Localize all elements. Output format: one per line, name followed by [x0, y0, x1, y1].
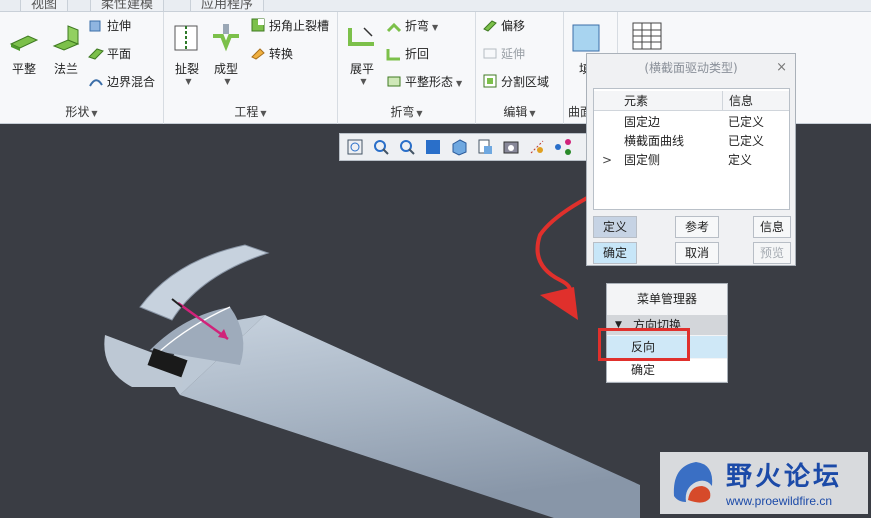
group-shape: 平整 法兰 拉伸 平面 边界混合 形状 ▼ [0, 12, 164, 124]
ok-button[interactable]: 确定 [593, 242, 637, 264]
extend-button[interactable]: 延伸 [482, 44, 525, 64]
extend-icon [482, 45, 498, 61]
reference-button[interactable]: 参考 [675, 216, 719, 238]
flange-button[interactable]: 法兰 [48, 22, 84, 77]
cancel-button[interactable]: 取消 [675, 242, 719, 264]
flange-label: 法兰 [53, 62, 78, 76]
flat-pattern-icon [386, 73, 402, 89]
tab-applications[interactable]: 应用程序 [190, 0, 265, 12]
view-toolbar [339, 133, 589, 161]
saved-views-icon[interactable] [476, 138, 494, 156]
tab-flexible-modeling[interactable]: 柔性建模 [90, 0, 165, 12]
fill-icon [570, 22, 602, 54]
split-area-button[interactable]: 分割区域 [482, 72, 549, 92]
unbend-icon [346, 22, 378, 54]
cross-section-driven-dialog: (横截面驱动类型) × 元素 信息 固定边 已定义 横截面曲线 已定义 > 固定… [586, 53, 796, 266]
define-button[interactable]: 定义 [593, 216, 637, 238]
split-area-icon [482, 73, 498, 89]
datum-display-icon[interactable] [528, 138, 546, 156]
flat-pattern-button[interactable]: 平整形态 ▼ [386, 72, 462, 92]
group-bend-label[interactable]: 折弯 ▼ [338, 103, 475, 120]
info-button[interactable]: 信息 [753, 216, 791, 238]
group-edit-label[interactable]: 编辑 ▼ [476, 103, 563, 120]
annotation-highlight-box [598, 328, 690, 361]
element-table: 元素 信息 固定边 已定义 横截面曲线 已定义 > 固定侧 定义 [593, 88, 790, 210]
repaint-icon[interactable] [424, 138, 442, 156]
watermark-url: www.proewildfire.cn [726, 494, 833, 508]
column-header-element: 元素 [594, 91, 722, 111]
forum-watermark: 野火论坛 www.proewildfire.cn [660, 452, 868, 514]
bend-icon [386, 17, 402, 33]
group-shape-label[interactable]: 形状 ▼ [0, 103, 163, 120]
form-icon [210, 22, 242, 54]
planar-icon [88, 45, 104, 61]
watermark-logo [666, 456, 720, 510]
boundary-blend-icon [88, 73, 104, 89]
menu-manager-title: 菜单管理器 [636, 292, 697, 306]
form-button[interactable]: 成型 ▼ [208, 22, 244, 86]
zoom-in-icon[interactable] [372, 138, 390, 156]
extrude-button[interactable]: 拉伸 [88, 16, 131, 36]
dialog-title: (横截面驱动类型) [644, 61, 738, 75]
table-row[interactable]: > 固定侧 定义 [594, 151, 789, 170]
rip-icon [171, 22, 203, 54]
menu-item-done[interactable]: 确定 [607, 359, 727, 381]
extrude-icon [88, 17, 104, 33]
group-bend: 展平 ▼ 折弯 ▼ 折回 平整形态 ▼ 折弯 ▼ [338, 12, 476, 124]
spin-center-icon[interactable] [554, 138, 572, 156]
boundary-blend-button[interactable]: 边界混合 [88, 72, 155, 92]
ribbon-tab-strip: 视图 柔性建模 应用程序 [0, 0, 871, 12]
column-header-info: 信息 [722, 91, 789, 111]
bend-back-icon [386, 45, 402, 61]
offset-button[interactable]: 偏移 [482, 16, 525, 36]
unbend-button[interactable]: 展平 ▼ [344, 22, 380, 86]
display-style-icon[interactable] [450, 138, 468, 156]
view-manager-icon[interactable] [502, 138, 520, 156]
table-icon[interactable] [632, 22, 662, 52]
bend-button[interactable]: 折弯 ▼ [386, 16, 438, 36]
tab-view[interactable]: 视图 [20, 0, 69, 12]
zoom-out-icon[interactable] [398, 138, 416, 156]
offset-icon [482, 17, 498, 33]
refit-icon[interactable] [346, 138, 364, 156]
group-engineering: 扯裂 ▼ 成型 ▼ 拐角止裂槽 转换 工程 ▼ [164, 12, 338, 124]
table-row[interactable]: 横截面曲线 已定义 [594, 132, 789, 151]
corner-relief-icon [250, 17, 266, 33]
watermark-title: 野火论坛 [726, 462, 843, 492]
corner-relief-button[interactable]: 拐角止裂槽 [250, 16, 329, 36]
flat-wall-label: 平整 [11, 62, 36, 76]
preview-button[interactable]: 预览 [753, 242, 791, 264]
convert-icon [250, 45, 266, 61]
rip-button[interactable]: 扯裂 ▼ [170, 22, 204, 86]
table-row[interactable]: 固定边 已定义 [594, 113, 789, 132]
flat-wall-button[interactable]: 平整 [6, 22, 42, 77]
flange-icon [50, 22, 82, 54]
bend-back-button[interactable]: 折回 [386, 44, 429, 64]
group-edit: 偏移 延伸 分割区域 编辑 ▼ [476, 12, 564, 124]
flat-wall-icon [8, 22, 40, 54]
group-engineering-label[interactable]: 工程 ▼ [164, 103, 337, 120]
convert-button[interactable]: 转换 [250, 44, 293, 64]
close-icon[interactable]: × [776, 60, 787, 75]
planar-button[interactable]: 平面 [88, 44, 131, 64]
